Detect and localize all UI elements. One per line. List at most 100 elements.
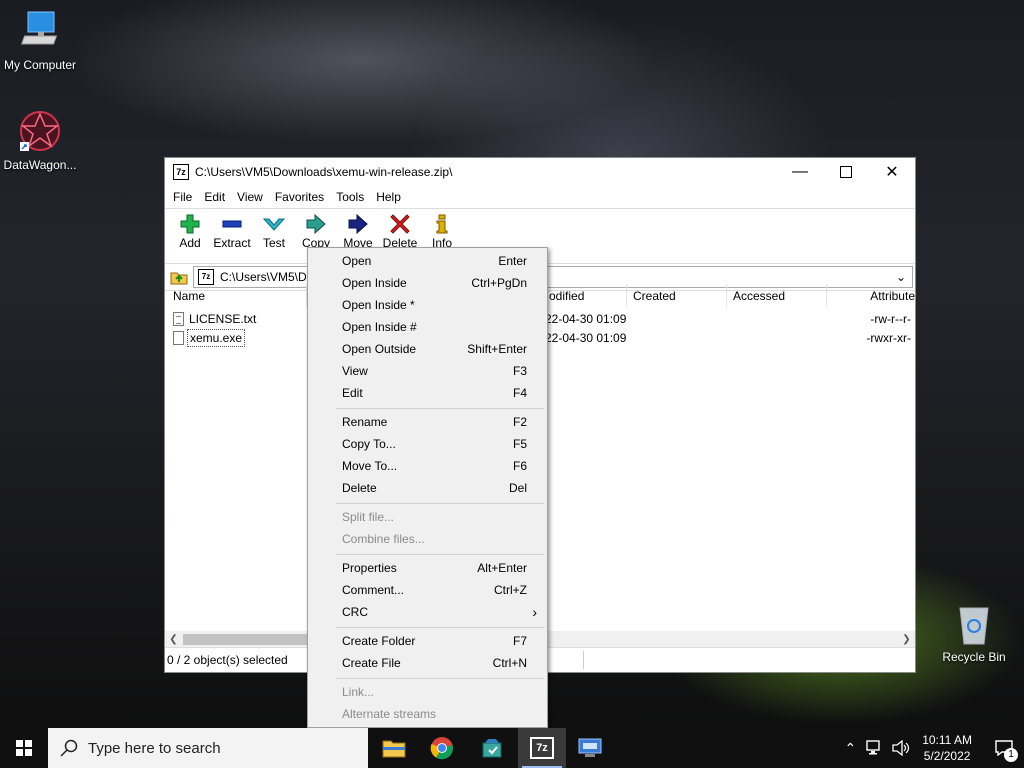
- status-divider: [583, 651, 584, 669]
- menu-item-open-inside-star[interactable]: Open Inside *: [308, 294, 547, 316]
- move-button[interactable]: Move: [337, 213, 379, 250]
- menu-item-properties[interactable]: Properties Alt+Enter: [308, 557, 547, 579]
- taskbar-7zip[interactable]: 7z: [518, 728, 566, 768]
- info-button[interactable]: Info: [421, 213, 463, 250]
- menu-item-move-to[interactable]: Move To... F6: [308, 455, 547, 477]
- menu-item-label: Link...: [342, 685, 375, 699]
- notification-button[interactable]: 1: [984, 728, 1024, 768]
- minus-icon: [211, 213, 253, 235]
- menu-item-shortcut: Shift+Enter: [467, 342, 527, 356]
- menu-item-create-folder[interactable]: Create Folder F7: [308, 630, 547, 652]
- copy-button[interactable]: Copy: [295, 213, 337, 250]
- scroll-left-icon[interactable]: ❮: [165, 631, 182, 648]
- chevron-up-icon[interactable]: ⌃: [844, 740, 856, 757]
- menu-item-alternate-streams: Alternate streams: [308, 703, 547, 725]
- system-tray: ⌃ 10:11 AM 5/2/2022 1: [844, 728, 1024, 768]
- menu-item-label: Comment...: [342, 583, 405, 597]
- scroll-thumb[interactable]: [183, 634, 307, 645]
- menu-item-open-outside[interactable]: Open Outside Shift+Enter: [308, 338, 547, 360]
- scroll-right-icon[interactable]: ❯: [898, 631, 915, 648]
- datawagon-icon: [482, 739, 502, 758]
- menu-item-label: CRC: [342, 605, 368, 619]
- maximize-button[interactable]: [823, 158, 869, 186]
- column-header-created[interactable]: Created: [627, 285, 727, 307]
- check-icon: [253, 213, 295, 235]
- desktop-icon-my-computer[interactable]: My Computer: [0, 10, 80, 72]
- volume-icon[interactable]: [892, 740, 910, 756]
- clock[interactable]: 10:11 AM 5/2/2022: [922, 732, 972, 764]
- minimize-icon: —: [792, 163, 808, 180]
- menu-item-label: Move To...: [342, 459, 398, 473]
- taskbar-remote-desktop[interactable]: [566, 728, 614, 768]
- start-button[interactable]: [0, 728, 48, 768]
- menu-item-open-inside-hash[interactable]: Open Inside #: [308, 316, 547, 338]
- menu-separator: [336, 503, 544, 504]
- menu-item-crc[interactable]: CRC ›: [308, 601, 547, 623]
- menu-item-comment[interactable]: Comment... Ctrl+Z: [308, 579, 547, 601]
- taskbar-datawagon[interactable]: [468, 728, 516, 768]
- desktop-icon-datawagon[interactable]: DataWagon...: [0, 108, 80, 172]
- minimize-button[interactable]: —: [777, 158, 823, 186]
- title-bar[interactable]: 7z C:\Users\VM5\Downloads\xemu-win-relea…: [165, 158, 915, 186]
- test-label: Test: [262, 236, 285, 250]
- menu-item-shortcut: Alt+Enter: [477, 561, 527, 575]
- menu-bar: File Edit View Favorites Tools Help: [165, 186, 915, 209]
- menu-item-label: Properties: [342, 561, 397, 575]
- menu-item-edit[interactable]: Edit F4: [308, 382, 547, 404]
- menu-item-label: Combine files...: [342, 532, 425, 546]
- column-header-modified[interactable]: odified: [549, 285, 627, 307]
- menu-item-shortcut: F4: [512, 386, 527, 400]
- menu-item-open[interactable]: Open Enter: [308, 250, 547, 272]
- desktop-icon-recycle-bin[interactable]: Recycle Bin: [934, 602, 1014, 664]
- recycle-bin-icon: [954, 602, 994, 646]
- taskbar-chrome[interactable]: [418, 728, 466, 768]
- column-header-name[interactable]: Name: [167, 285, 307, 307]
- taskbar-file-explorer[interactable]: [370, 728, 418, 768]
- datawagon-icon: [17, 108, 63, 154]
- computer-icon: [20, 10, 60, 54]
- windows-logo-icon: [16, 740, 32, 756]
- menu-item-label: Open: [342, 254, 372, 268]
- delete-button[interactable]: Delete: [379, 213, 421, 250]
- menu-item-shortcut: Enter: [498, 254, 527, 268]
- extract-label: Extract: [213, 236, 251, 250]
- menu-separator: [336, 627, 544, 628]
- add-button[interactable]: Add: [169, 213, 211, 250]
- column-header-accessed[interactable]: Accessed: [727, 285, 827, 307]
- menu-favorites[interactable]: Favorites: [269, 190, 330, 204]
- test-button[interactable]: Test: [253, 213, 295, 250]
- menu-item-copy-to[interactable]: Copy To... F5: [308, 433, 547, 455]
- search-placeholder: Type here to search: [88, 739, 221, 757]
- search-box[interactable]: Type here to search: [48, 728, 368, 768]
- menu-edit[interactable]: Edit: [198, 190, 231, 204]
- menu-item-label: Create File: [342, 656, 401, 670]
- context-menu: Open Enter Open Inside Ctrl+PgDn Open Insi…: [307, 247, 548, 728]
- menu-view[interactable]: View: [231, 190, 269, 204]
- clock-time: 10:11 AM: [922, 733, 972, 747]
- menu-separator: [336, 554, 544, 555]
- menu-item-delete[interactable]: Delete Del: [308, 477, 547, 499]
- desktop-icon-label: My Computer: [3, 58, 77, 72]
- menu-file[interactable]: File: [167, 190, 198, 204]
- archive-icon: 7z: [198, 269, 214, 285]
- file-modified: 22-04-30 01:09: [545, 331, 627, 345]
- menu-tools[interactable]: Tools: [330, 190, 370, 204]
- menu-item-open-inside[interactable]: Open Inside Ctrl+PgDn: [308, 272, 547, 294]
- close-button[interactable]: ✕: [869, 158, 915, 186]
- file-modified: 22-04-30 01:09: [545, 312, 627, 326]
- file-attributes: -rwxr-xr-: [866, 331, 911, 345]
- info-icon: [421, 213, 463, 235]
- chevron-down-icon[interactable]: ⌄: [896, 270, 906, 284]
- network-icon[interactable]: [866, 740, 884, 756]
- menu-item-create-file[interactable]: Create File Ctrl+N: [308, 652, 547, 674]
- menu-item-label: Copy To...: [342, 437, 396, 451]
- menu-item-label: Open Inside *: [342, 298, 415, 312]
- menu-item-rename[interactable]: Rename F2: [308, 411, 547, 433]
- menu-help[interactable]: Help: [370, 190, 407, 204]
- notification-badge: 1: [1004, 748, 1018, 762]
- address-text: C:\Users\VM5\D: [220, 270, 307, 284]
- taskbar: Type here to search 7z ⌃ 10:11 AM 5/2/20…: [0, 728, 1024, 768]
- extract-button[interactable]: Extract: [211, 213, 253, 250]
- menu-item-view[interactable]: View F3: [308, 360, 547, 382]
- column-header-attributes[interactable]: Attribute: [827, 285, 917, 307]
